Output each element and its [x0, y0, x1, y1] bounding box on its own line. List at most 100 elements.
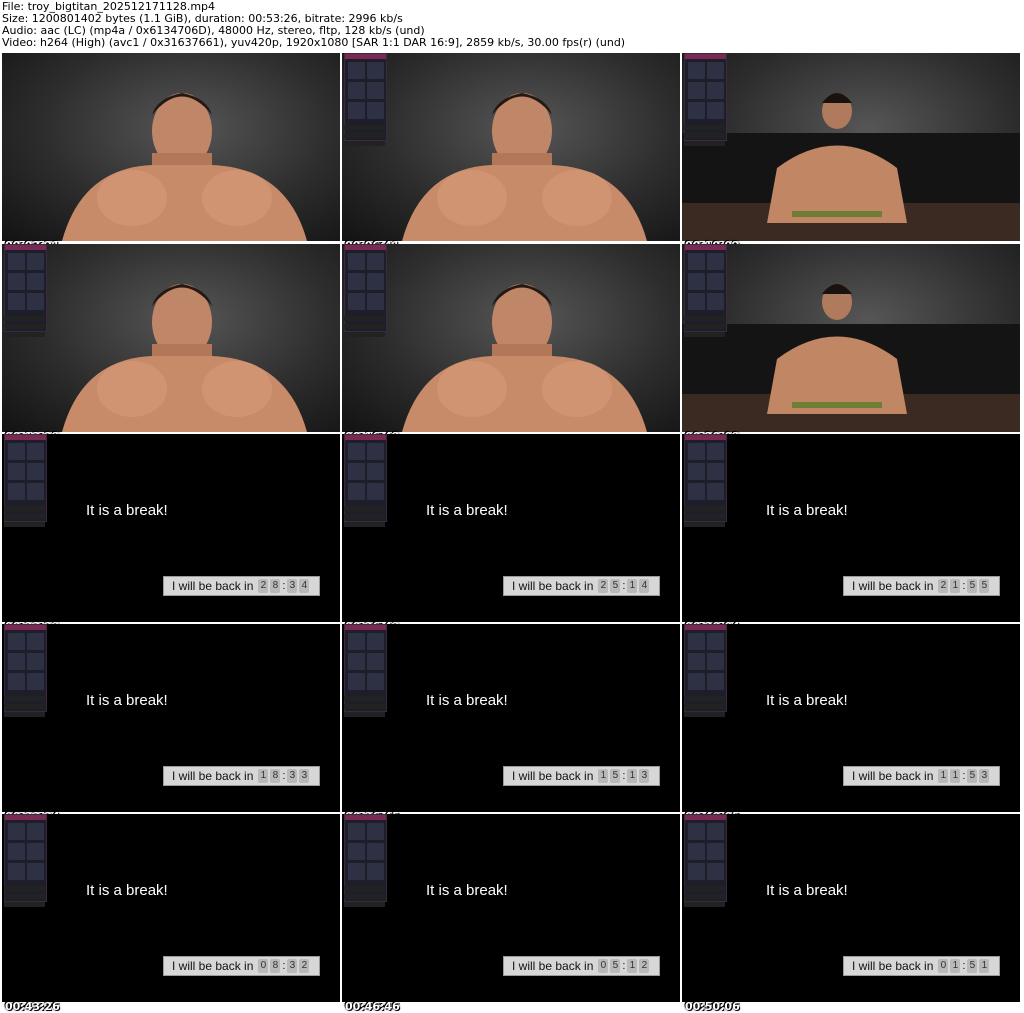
- streamer-image: [402, 284, 647, 432]
- countdown-digits: 28:34: [257, 579, 310, 593]
- tip-menu-item: [27, 863, 44, 880]
- countdown-digits: 08:32: [257, 959, 310, 973]
- tip-menu-item: [707, 463, 724, 480]
- timer-digit: 3: [299, 769, 310, 783]
- countdown-pill: I will be back in 0 1:5 1: [843, 956, 1000, 976]
- video-line: Video: h264 (High) (avc1 / 0x31637661), …: [2, 36, 626, 49]
- timer-digit: 0: [938, 959, 949, 973]
- tip-menu-item: [367, 673, 384, 690]
- leaderboard-row: [344, 316, 385, 321]
- leaderboard-row: [344, 133, 385, 138]
- leaderboard-row: [4, 316, 45, 321]
- tip-menu-item: [8, 863, 25, 880]
- countdown-pill: I will be back in 2 8:3 4: [163, 576, 320, 596]
- countdown-label: I will be back in: [512, 579, 594, 593]
- countdown-pill: I will be back in 1 1:5 3: [843, 766, 1000, 786]
- countdown-digits: 18:33: [257, 769, 310, 783]
- leaderboard-row: [344, 514, 385, 519]
- leaderboard-row: [4, 704, 45, 709]
- timer-digit: 1: [950, 579, 961, 593]
- tip-menu-item: [367, 823, 384, 840]
- timer-colon: :: [962, 960, 966, 972]
- break-frame-thumbnail: It is a break!I will be back in15:1300:3…: [342, 624, 680, 823]
- timer-digit: 4: [639, 579, 650, 593]
- leaderboard-row: [344, 886, 385, 891]
- tip-menu-item: [688, 823, 705, 840]
- tip-menu-item: [367, 253, 384, 270]
- tip-menu-item: [27, 273, 44, 290]
- leaderboard-row: [684, 894, 725, 899]
- leaderboard-row: [344, 696, 385, 701]
- tip-menu-item: [688, 273, 705, 290]
- tip-menu-item: [688, 62, 705, 79]
- tip-menu-item: [367, 273, 384, 290]
- leaderboard-row: [4, 894, 45, 899]
- leaderboard-row: [344, 894, 385, 899]
- countdown-pill: I will be back in 0 5:1 2: [503, 956, 660, 976]
- break-frame-thumbnail: It is a break!I will be back in28:3400:2…: [2, 434, 340, 633]
- timer-colon: :: [622, 580, 626, 592]
- timer-colon: :: [282, 580, 286, 592]
- timer-digit: 1: [258, 769, 269, 783]
- timer-digit: 2: [258, 579, 269, 593]
- countdown-pill: I will be back in 1 8:3 3: [163, 766, 320, 786]
- tip-menu-item: [27, 483, 44, 500]
- timestamp-label: 00:50:06: [685, 1000, 740, 1013]
- timer-digit: 4: [299, 579, 310, 593]
- tip-menu-item: [27, 673, 44, 690]
- tip-menu-item: [688, 843, 705, 860]
- tip-menu-item: [688, 633, 705, 650]
- break-message: It is a break!: [426, 502, 508, 519]
- leaderboard-row: [344, 141, 385, 146]
- countdown-label: I will be back in: [852, 769, 934, 783]
- leaderboard-row: [684, 696, 725, 701]
- tip-menu-item: [688, 483, 705, 500]
- tip-menu-item: [8, 653, 25, 670]
- tip-menu-item: [27, 843, 44, 860]
- tip-menu-item: [348, 253, 365, 270]
- leaderboard-row: [4, 514, 45, 519]
- tip-menu-item: [707, 653, 724, 670]
- timer-colon: :: [962, 770, 966, 782]
- break-message: It is a break!: [86, 882, 168, 899]
- countdown-label: I will be back in: [172, 579, 254, 593]
- leaderboard-row: [344, 902, 385, 907]
- tip-menu-item: [348, 62, 365, 79]
- leaderboard-row: [4, 506, 45, 511]
- tip-menu-item: [348, 843, 365, 860]
- tip-menu-item: [707, 62, 724, 79]
- leaderboard-row: [344, 506, 385, 511]
- tip-menu-item: [367, 463, 384, 480]
- tip-menu-item: [367, 633, 384, 650]
- tip-menu-item: [367, 62, 384, 79]
- timer-digit: 8: [270, 959, 281, 973]
- tip-menu-item: [688, 293, 705, 310]
- tip-menu-item: [8, 633, 25, 650]
- timer-colon: :: [962, 580, 966, 592]
- break-message: It is a break!: [426, 882, 508, 899]
- leaderboard-row: [684, 902, 725, 907]
- countdown-label: I will be back in: [172, 769, 254, 783]
- tip-menu-item: [348, 483, 365, 500]
- tip-menu-item: [27, 653, 44, 670]
- leaderboard-row: [684, 125, 725, 130]
- leaderboard-row: [344, 125, 385, 130]
- timer-digit: 2: [299, 959, 310, 973]
- countdown-label: I will be back in: [512, 769, 594, 783]
- tip-menu-item: [707, 673, 724, 690]
- tip-menu-item: [707, 102, 724, 119]
- streamer-image: [682, 93, 1020, 241]
- countdown-label: I will be back in: [172, 959, 254, 973]
- tip-menu-item: [367, 843, 384, 860]
- thumbnail-grid: 00:03:2100:06:4100:10:0200:13:2200:16:42…: [0, 53, 1024, 1013]
- break-message: It is a break!: [426, 692, 508, 709]
- timer-digit: 1: [627, 579, 638, 593]
- tip-menu-item: [367, 82, 384, 99]
- timer-digit: 5: [610, 579, 621, 593]
- countdown-pill: I will be back in 0 8:3 2: [163, 956, 320, 976]
- tip-menu-item: [8, 483, 25, 500]
- timer-digit: 2: [938, 579, 949, 593]
- timer-digit: 5: [610, 959, 621, 973]
- leaderboard-row: [344, 522, 385, 527]
- tip-menu-item: [707, 253, 724, 270]
